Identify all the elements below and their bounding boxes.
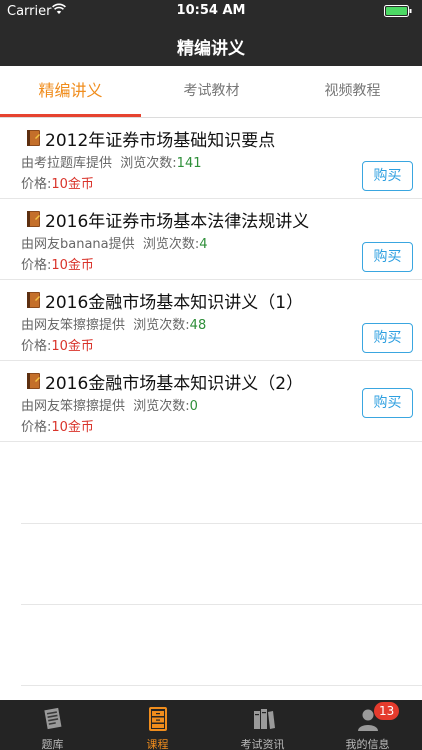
page-title: 精编讲义 xyxy=(177,39,245,59)
views-count: 141 xyxy=(176,156,202,171)
price-label: 价格: xyxy=(21,420,52,435)
buy-button[interactable]: 购买 xyxy=(362,323,413,353)
list-item[interactable]: 2012年证券市场基础知识要点 由考拉题库提供 浏览次数:141 价格:10金币… xyxy=(0,118,422,199)
item-provider: 由网友笨擦擦提供 xyxy=(21,399,126,414)
price-value: 10金币 xyxy=(51,339,94,354)
segment-tabs: 精编讲义 考试教材 视频教程 xyxy=(0,66,422,118)
document-icon xyxy=(43,707,61,730)
item-provider: 由网友笨擦擦提供 xyxy=(21,318,126,333)
views-label: 浏览次数: xyxy=(120,156,177,171)
book-icon xyxy=(27,292,40,308)
price-label: 价格: xyxy=(21,177,52,192)
item-meta: 由网友笨擦擦提供 浏览次数:0 xyxy=(21,395,198,414)
cabinet-icon xyxy=(148,707,167,731)
tab-textbooks[interactable]: 考试教材 xyxy=(141,66,282,118)
books-icon xyxy=(253,709,275,729)
item-provider: 由网友banana提供 xyxy=(21,237,135,252)
item-price: 价格:10金币 xyxy=(21,335,94,354)
top-bar: Carrier 10:54 AM 精编讲义 xyxy=(0,0,422,66)
item-title[interactable]: 2016金融市场基本知识讲义（2） xyxy=(45,369,303,394)
list-item[interactable]: 2016年证券市场基本法律法规讲义 由网友banana提供 浏览次数:4 价格:… xyxy=(0,199,422,280)
views-label: 浏览次数: xyxy=(133,318,190,333)
price-label: 价格: xyxy=(21,258,52,273)
tab-videos[interactable]: 视频教程 xyxy=(282,66,422,118)
tabbar-item-courses[interactable]: 课程 xyxy=(105,700,210,750)
item-price: 价格:10金币 xyxy=(21,416,94,435)
bottom-tab-bar: 题库 课程 考试资讯 13 我的信息 xyxy=(0,700,422,750)
tabbar-item-exam-news[interactable]: 考试资讯 xyxy=(210,700,315,750)
active-tab-indicator xyxy=(0,114,141,117)
item-title[interactable]: 2016金融市场基本知识讲义（1） xyxy=(45,288,303,313)
item-meta: 由网友笨擦擦提供 浏览次数:48 xyxy=(21,314,206,333)
item-price: 价格:10金币 xyxy=(21,173,94,192)
battery-icon xyxy=(384,5,412,17)
list-item[interactable]: 2016金融市场基本知识讲义（1） 由网友笨擦擦提供 浏览次数:48 价格:10… xyxy=(0,280,422,361)
views-count: 4 xyxy=(199,237,208,252)
book-icon xyxy=(27,373,40,389)
buy-button[interactable]: 购买 xyxy=(362,161,413,191)
tabbar-label: 题库 xyxy=(41,738,64,750)
notification-badge: 13 xyxy=(374,702,400,720)
list-item[interactable]: 2016金融市场基本知识讲义（2） 由网友笨擦擦提供 浏览次数:0 价格:10金… xyxy=(0,361,422,442)
tabbar-item-my-info[interactable]: 13 我的信息 xyxy=(315,700,420,750)
tab-handouts[interactable]: 精编讲义 xyxy=(0,66,141,118)
buy-button[interactable]: 购买 xyxy=(362,388,413,418)
item-title[interactable]: 2012年证券市场基础知识要点 xyxy=(45,126,275,151)
price-value: 10金币 xyxy=(51,258,94,273)
item-meta: 由网友banana提供 浏览次数:4 xyxy=(21,233,208,252)
status-bar: Carrier 10:54 AM xyxy=(0,0,422,22)
list-separator xyxy=(21,604,422,605)
views-label: 浏览次数: xyxy=(142,237,200,252)
price-value: 10金币 xyxy=(51,420,94,435)
views-label: 浏览次数: xyxy=(133,399,190,414)
item-provider: 由考拉题库提供 xyxy=(21,156,113,171)
views-count: 48 xyxy=(189,318,207,333)
price-value: 10金币 xyxy=(51,177,94,192)
views-count: 0 xyxy=(189,399,198,414)
item-price: 价格:10金币 xyxy=(21,254,94,273)
list-separator xyxy=(21,685,422,686)
buy-button[interactable]: 购买 xyxy=(362,242,413,272)
item-title[interactable]: 2016年证券市场基本法律法规讲义 xyxy=(45,207,309,232)
tabbar-label: 课程 xyxy=(146,738,169,750)
status-time: 10:54 AM xyxy=(176,3,246,18)
list-separator xyxy=(21,523,422,524)
book-icon xyxy=(27,130,40,146)
item-meta: 由考拉题库提供 浏览次数:141 xyxy=(21,152,202,171)
tabbar-label: 考试资讯 xyxy=(240,738,285,750)
tabbar-label: 我的信息 xyxy=(345,738,390,750)
price-label: 价格: xyxy=(21,339,52,354)
book-icon xyxy=(27,211,40,227)
tabbar-item-question-bank[interactable]: 题库 xyxy=(0,700,105,750)
